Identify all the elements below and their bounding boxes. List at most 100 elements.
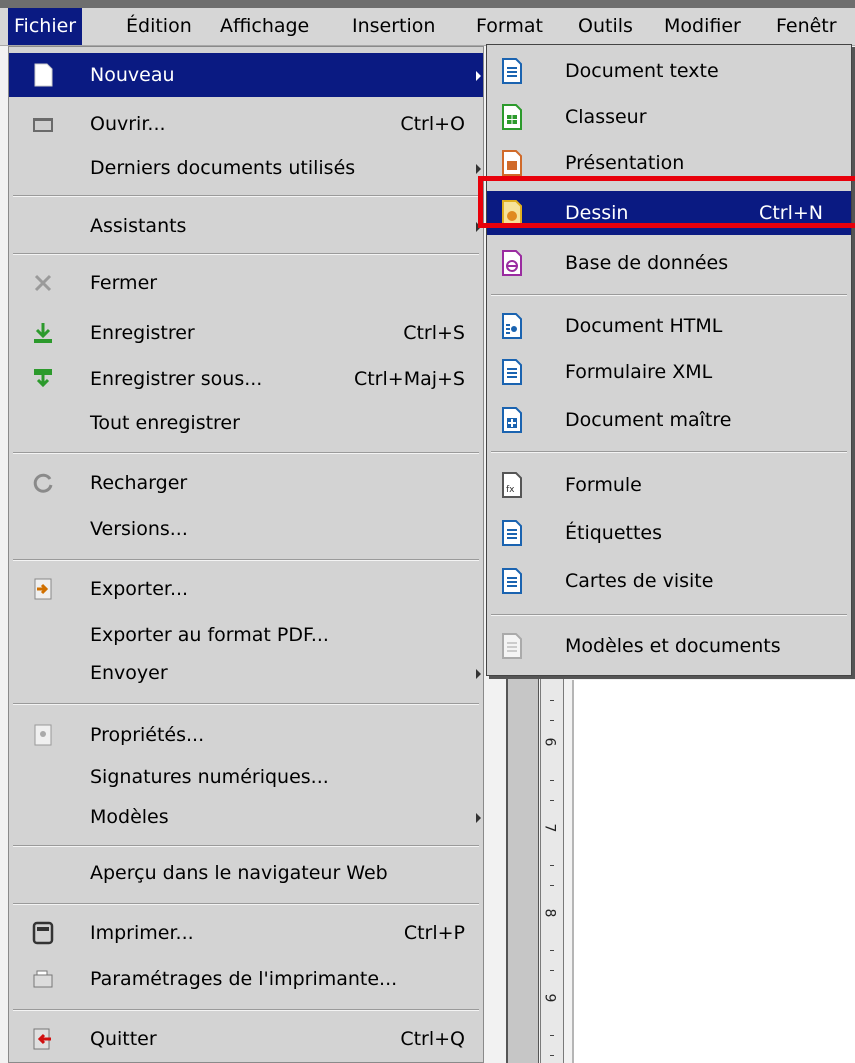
submenu-item-base[interactable]: Base de données: [487, 241, 851, 285]
menu-separator: [13, 903, 479, 905]
menu-item-nouveau[interactable]: Nouveau: [9, 53, 483, 97]
menu-separator: [13, 703, 479, 705]
menu-item-label: Paramétrages de l'imprimante...: [90, 968, 398, 990]
formula-icon: fx: [502, 472, 522, 498]
menu-affichage[interactable]: Affichage: [220, 8, 309, 45]
submenu-item-modeles[interactable]: Modèles et documents: [487, 624, 851, 668]
vertical-ruler: 6 7 8 9: [540, 640, 564, 1063]
submenu-item-label: Document maître: [565, 409, 732, 431]
reload-icon: [33, 473, 53, 493]
menu-item-ouvrir[interactable]: Ouvrir... Ctrl+O: [9, 102, 483, 146]
menu-item-label: Imprimer...: [90, 922, 194, 944]
menu-item-label: Tout enregistrer: [90, 412, 240, 434]
menu-item-fermer[interactable]: Fermer: [9, 261, 483, 305]
menu-item-imprimer[interactable]: Imprimer... Ctrl+P: [9, 911, 483, 955]
menu-item-label: Versions...: [90, 518, 188, 540]
menu-insertion[interactable]: Insertion: [352, 8, 435, 45]
shortcut-label: Ctrl+Q: [400, 1028, 465, 1050]
menu-item-modeles[interactable]: Modèles: [9, 795, 483, 839]
menu-format-label: Format: [476, 15, 543, 37]
submenu-item-formule[interactable]: fx Formule: [487, 463, 851, 507]
menu-outils-label: Outils: [578, 15, 633, 37]
menu-item-label: Signatures numériques...: [90, 766, 329, 788]
menu-fichier[interactable]: Fichier: [8, 8, 83, 45]
submenu-item-label: Document texte: [565, 60, 719, 82]
shortcut-label: Ctrl+O: [400, 113, 465, 135]
submenu-item-label: Formulaire XML: [565, 361, 713, 383]
menu-item-label: Exporter...: [90, 578, 189, 600]
database-icon: [502, 250, 522, 276]
submenu-item-label: Cartes de visite: [565, 570, 714, 592]
ruler-number: 6: [541, 737, 558, 747]
menu-item-parametrages[interactable]: Paramétrages de l'imprimante...: [9, 957, 483, 1001]
business-cards-icon: [502, 568, 522, 594]
menu-item-enregistrer-sous[interactable]: Enregistrer sous... Ctrl+Maj+S: [9, 357, 483, 401]
menu-item-label: Modèles: [90, 806, 169, 828]
menu-item-label: Ouvrir...: [90, 113, 166, 135]
templates-icon: [502, 633, 522, 659]
submenu-item-label: Modèles et documents: [565, 635, 781, 657]
menu-edition[interactable]: Édition: [126, 8, 192, 45]
menu-item-quitter[interactable]: Quitter Ctrl+Q: [9, 1017, 483, 1061]
menu-item-apercu[interactable]: Aperçu dans le navigateur Web: [9, 851, 483, 895]
menu-modifier[interactable]: Modifier: [664, 8, 741, 45]
printer-icon: [32, 921, 54, 945]
menu-item-versions[interactable]: Versions...: [9, 507, 483, 551]
menu-item-recharger[interactable]: Recharger: [9, 461, 483, 505]
export-icon: [34, 578, 52, 600]
labels-icon: [502, 520, 522, 546]
menu-outils[interactable]: Outils: [578, 8, 633, 45]
document-page[interactable]: [572, 680, 855, 1063]
printer-settings-icon: [33, 970, 53, 988]
properties-icon: [34, 724, 52, 746]
menu-separator: [13, 452, 479, 454]
submenu-separator: [491, 294, 847, 296]
shortcut-label: Ctrl+Maj+S: [353, 368, 465, 390]
menu-fenetre[interactable]: Fenêtr: [776, 8, 837, 45]
save-as-icon: [34, 369, 52, 388]
document-frame: [506, 640, 539, 1063]
menu-item-envoyer[interactable]: Envoyer: [9, 651, 483, 695]
menu-format[interactable]: Format: [476, 8, 543, 45]
menu-item-proprietes[interactable]: Propriétés...: [9, 713, 483, 757]
menu-item-tout-enregistrer[interactable]: Tout enregistrer: [9, 401, 483, 445]
menu-item-assistants[interactable]: Assistants: [9, 204, 483, 248]
menu-bar: Fichier Édition Affichage Insertion Form…: [0, 8, 855, 46]
ruler-number: 8: [541, 908, 558, 918]
menu-item-derniers[interactable]: Derniers documents utilisés: [9, 146, 483, 190]
submenu-item-classeur[interactable]: Classeur: [487, 95, 851, 139]
menu-item-label: Quitter: [90, 1028, 157, 1050]
menu-item-label: Recharger: [90, 472, 188, 494]
menu-item-label: Enregistrer: [90, 322, 195, 344]
submenu-item-label: Base de données: [565, 252, 729, 274]
submenu-item-xml[interactable]: Formulaire XML: [487, 350, 851, 394]
submenu-item-document-texte[interactable]: Document texte: [487, 49, 851, 93]
menu-item-label: Envoyer: [90, 662, 168, 684]
menu-insertion-label: Insertion: [352, 15, 436, 37]
menu-item-label: Aperçu dans le navigateur Web: [90, 862, 388, 884]
save-icon: [34, 323, 52, 343]
submenu-item-label: Formule: [565, 474, 642, 496]
master-document-icon: [502, 407, 522, 433]
menu-item-exporter[interactable]: Exporter...: [9, 567, 483, 611]
xml-form-icon: [502, 359, 522, 385]
menu-separator: [13, 1009, 479, 1011]
new-document-icon: [34, 63, 53, 87]
submenu-item-cartes[interactable]: Cartes de visite: [487, 559, 851, 603]
menu-item-label: Derniers documents utilisés: [90, 157, 356, 179]
ruler-number: 9: [541, 993, 558, 1003]
menu-item-enregistrer[interactable]: Enregistrer Ctrl+S: [9, 311, 483, 355]
writer-document-icon: [502, 58, 522, 84]
submenu-item-html[interactable]: Document HTML: [487, 304, 851, 348]
menu-fichier-label: Fichier: [14, 15, 77, 37]
menu-item-label: Fermer: [90, 272, 158, 294]
file-menu: Nouveau Ouvrir... Ctrl+O Derniers docume…: [8, 46, 484, 1063]
submenu-arrow-icon: [476, 669, 481, 679]
menu-item-signatures[interactable]: Signatures numériques...: [9, 755, 483, 799]
submenu-item-maitre[interactable]: Document maître: [487, 398, 851, 442]
presentation-icon: [502, 150, 522, 176]
menu-separator: [13, 845, 479, 847]
menu-fenetre-label: Fenêtr: [776, 15, 837, 37]
menu-item-label: Nouveau: [90, 64, 175, 86]
submenu-item-etiquettes[interactable]: Étiquettes: [487, 511, 851, 555]
